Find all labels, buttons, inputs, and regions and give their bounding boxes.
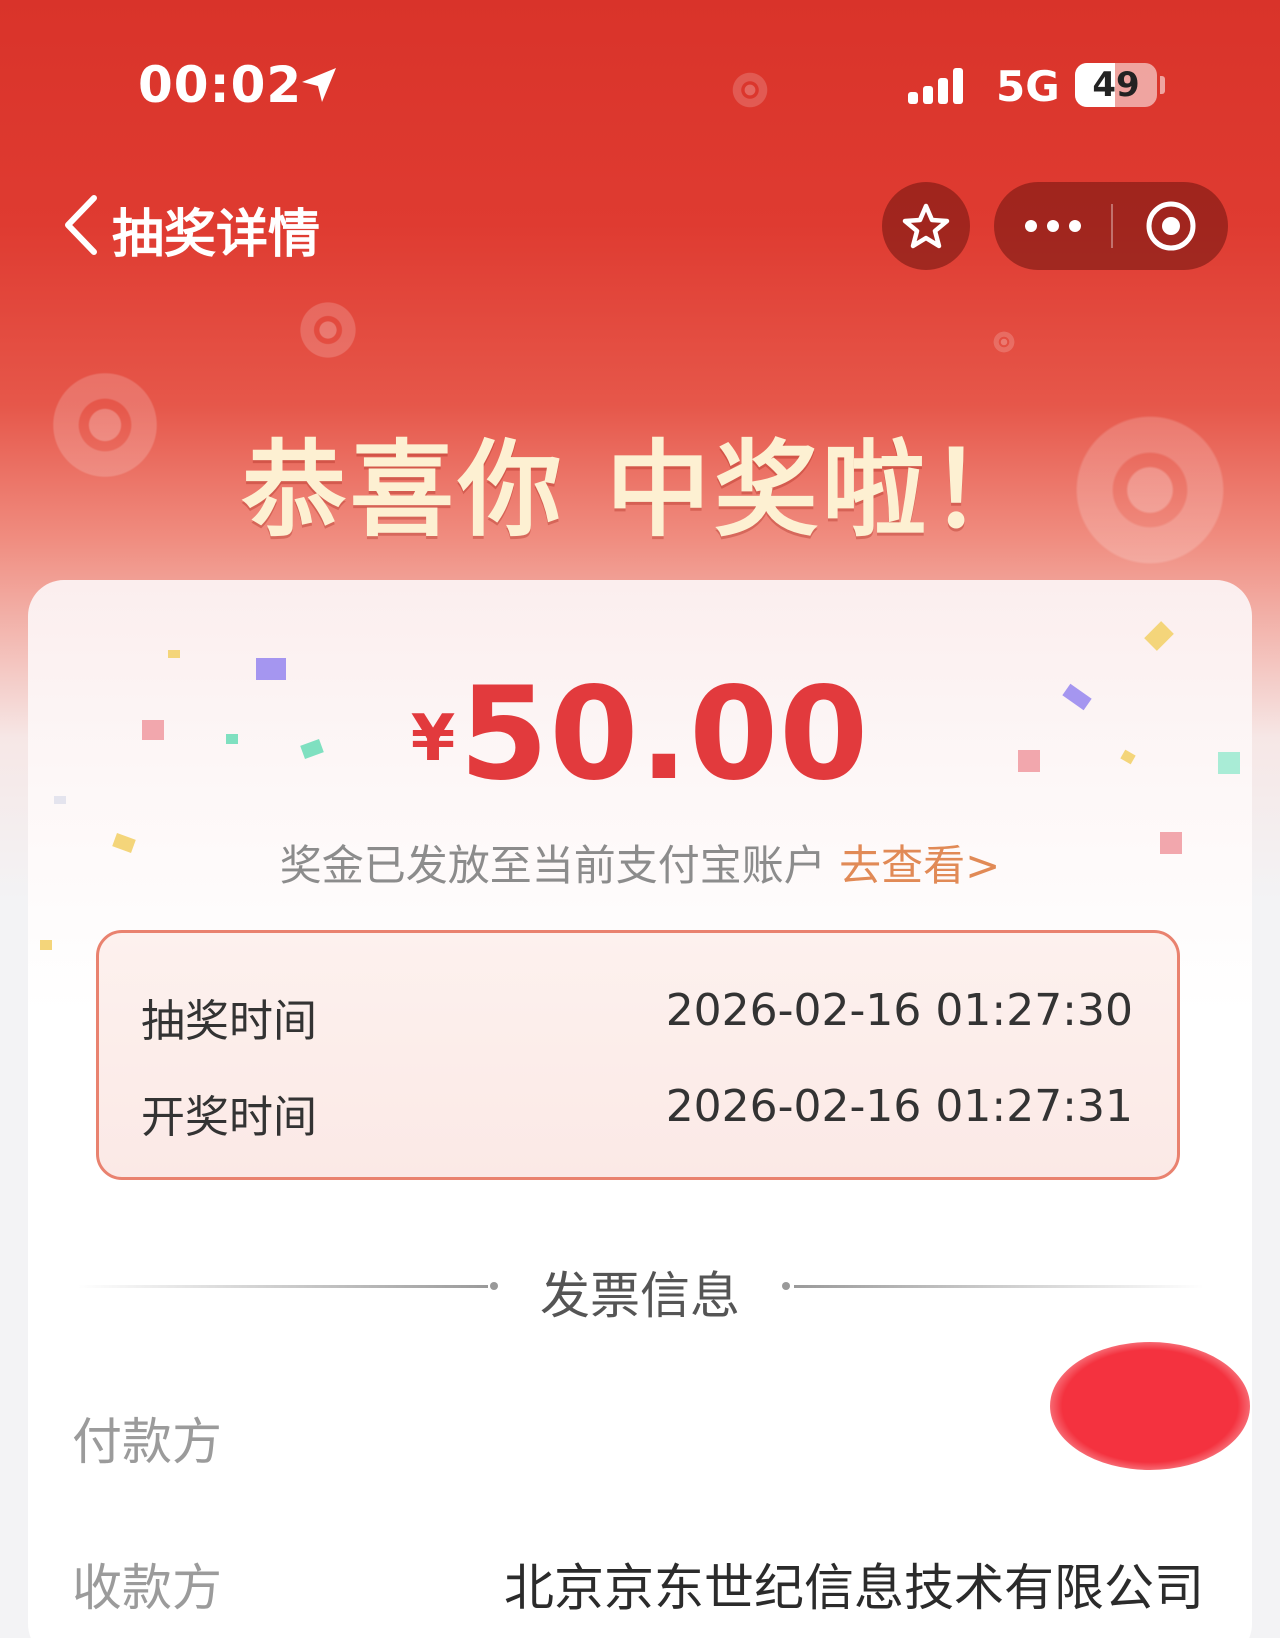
- target-close-icon: [1146, 201, 1195, 251]
- more-dots-icon: [1024, 220, 1081, 232]
- network-type: 5G: [996, 62, 1060, 111]
- signal-icon: [908, 68, 963, 104]
- notice-text: 奖金已发放至当前支付宝账户: [279, 841, 826, 890]
- payee-value: 北京京东世纪信息技术有限公司: [504, 1559, 1204, 1617]
- currency-symbol: ¥: [410, 702, 456, 776]
- battery-tip: [1160, 76, 1165, 94]
- battery-icon: 49: [1075, 63, 1157, 107]
- star-icon: [902, 203, 950, 249]
- result-time-label: 开奖时间: [141, 1092, 317, 1143]
- congrats-headline: 恭喜你 中奖啦！: [241, 429, 1039, 551]
- back-chevron-icon[interactable]: [56, 190, 106, 260]
- confetti: [168, 650, 180, 658]
- lottery-time-box: 抽奖时间 2026-02-16 01:27:30 开奖时间 2026-02-16…: [96, 930, 1180, 1180]
- mini-program-capsule: [994, 182, 1228, 270]
- flower-decoration: [730, 70, 770, 110]
- flower-decoration: [992, 330, 1016, 354]
- invoice-section-title: 发票信息: [540, 1267, 740, 1325]
- section-divider-right: [794, 1285, 1204, 1288]
- prize-amount: ¥50.00: [0, 660, 1280, 809]
- draw-time-row: 抽奖时间 2026-02-16 01:27:30: [141, 985, 1133, 1047]
- draw-time-label: 抽奖时间: [141, 996, 317, 1047]
- payer-label: 付款方: [72, 1413, 222, 1471]
- draw-time-value: 2026-02-16 01:27:30: [665, 985, 1133, 1036]
- result-time-value: 2026-02-16 01:27:31: [665, 1081, 1133, 1132]
- page-title: 抽奖详情: [112, 205, 321, 265]
- location-arrow-icon: [302, 68, 336, 102]
- more-button[interactable]: [994, 182, 1111, 270]
- battery-level: 49: [1092, 65, 1140, 105]
- prize-notice: 奖金已发放至当前支付宝账户 去查看>: [0, 832, 1280, 893]
- result-time-row: 开奖时间 2026-02-16 01:27:31: [141, 1081, 1133, 1143]
- redaction-mark: [1050, 1342, 1250, 1470]
- flower-decoration: [296, 298, 360, 362]
- close-mini-program-button[interactable]: [1113, 182, 1228, 270]
- amount-value: 50.00: [459, 660, 870, 809]
- section-divider-dot: [782, 1282, 790, 1290]
- status-time: 00:02: [138, 56, 303, 114]
- favorite-button[interactable]: [882, 182, 970, 270]
- payee-label: 收款方: [72, 1559, 222, 1617]
- view-account-link[interactable]: 去查看>: [839, 841, 1000, 890]
- confetti: [40, 940, 52, 950]
